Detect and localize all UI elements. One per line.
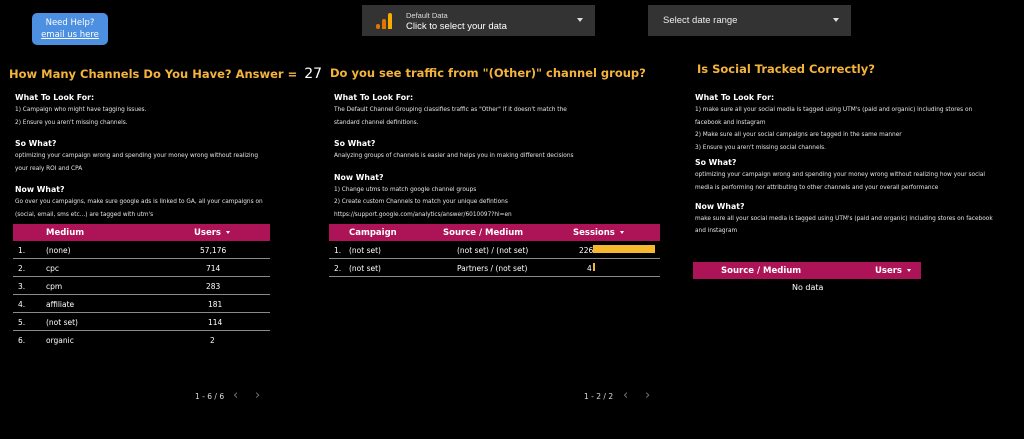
now-what-line: 2) Create custom Channels to match your … bbox=[334, 199, 508, 206]
now-what-heading: Now What? bbox=[695, 201, 745, 211]
sort-desc-icon bbox=[225, 231, 230, 234]
google-analytics-icon bbox=[376, 13, 392, 29]
column-header-users[interactable]: Users bbox=[875, 266, 911, 276]
look-for-line: facebook and instagram bbox=[695, 119, 766, 126]
look-for-line: 1) Campaign who might have tagging issue… bbox=[15, 107, 147, 113]
so-what-line: media is performing nor attributing to o… bbox=[695, 184, 939, 191]
data-source-label: Default Data bbox=[406, 11, 448, 20]
medium-table-header: Medium Users bbox=[13, 224, 270, 241]
so-what-heading: So What? bbox=[695, 158, 737, 168]
now-what-line: 1) Change utms to match google channel g… bbox=[334, 186, 477, 193]
email-us-link[interactable]: email us here bbox=[32, 29, 108, 41]
look-for-line: 2) Ensure you aren't missing channels. bbox=[15, 119, 128, 126]
panel3-title: Is Social Tracked Correctly? bbox=[697, 62, 875, 76]
now-what-heading: Now What? bbox=[334, 172, 384, 182]
panel2-title: Do you see traffic from "(Other)" channe… bbox=[330, 66, 646, 80]
sessions-bar bbox=[593, 245, 655, 253]
table-row: 1. (not set) (not set) / (not set) 226 bbox=[329, 241, 660, 259]
table-row: 2. cpc 714 bbox=[13, 259, 270, 277]
no-data-message: No data bbox=[792, 283, 824, 292]
sessions-bar bbox=[593, 263, 595, 271]
need-help-label: Need Help? bbox=[45, 18, 95, 28]
look-for-line: standard channel definitions. bbox=[334, 119, 419, 126]
sort-desc-icon bbox=[619, 231, 624, 234]
column-header-sessions[interactable]: Sessions bbox=[573, 228, 624, 238]
campaign-table-header: Campaign Source / Medium Sessions bbox=[329, 224, 660, 241]
now-what-line: (social, email, sms etc...) are tagged w… bbox=[15, 211, 154, 218]
look-for-heading: What To Look For: bbox=[334, 93, 414, 102]
table-row: 3. cpm 283 bbox=[13, 277, 270, 295]
look-for-line: The Default Channel Grouping classifies … bbox=[334, 107, 567, 113]
look-for-heading: What To Look For: bbox=[15, 93, 95, 102]
look-for-heading: What To Look For: bbox=[695, 93, 775, 102]
now-what-line: make sure all your social media is tagge… bbox=[695, 215, 993, 222]
panel2-guidance: What To Look For: The Default Channel Gr… bbox=[334, 92, 624, 222]
chevron-down-icon bbox=[577, 18, 583, 22]
table-row: 2. (not set) Partners / (not set) 4 bbox=[329, 259, 660, 277]
chevron-right-icon[interactable]: › bbox=[645, 388, 650, 403]
data-source-value: Click to select your data bbox=[406, 21, 507, 32]
chevron-left-icon[interactable]: ‹ bbox=[233, 388, 238, 403]
so-what-line: optimizing your campaign wrong and spend… bbox=[15, 153, 258, 160]
so-what-heading: So What? bbox=[334, 139, 376, 149]
panel1-guidance: What To Look For: 1) Campaign who might … bbox=[15, 92, 275, 222]
need-help-button[interactable]: Need Help? email us here bbox=[32, 13, 108, 45]
panel1-title: How Many Channels Do You Have? Answer = 2… bbox=[9, 66, 323, 82]
look-for-line: 2) Make sure all your social campaigns a… bbox=[695, 132, 902, 139]
column-header-source-medium[interactable]: Source / Medium bbox=[443, 228, 523, 238]
so-what-line: your realy ROI and CPA bbox=[15, 165, 83, 172]
now-what-heading: Now What? bbox=[15, 185, 65, 195]
column-header-users[interactable]: Users bbox=[194, 228, 230, 238]
table-row: 6. organic 2 bbox=[18, 336, 215, 345]
table-row: 5. (not set) 114 bbox=[13, 313, 270, 331]
so-what-heading: So What? bbox=[15, 139, 57, 149]
now-what-line: and instagram bbox=[695, 228, 738, 235]
column-header-medium[interactable]: Medium bbox=[46, 228, 84, 238]
pagination-label: 1 - 6 / 6 bbox=[195, 392, 225, 401]
now-what-line: Go over you campaigns, make sure google … bbox=[15, 199, 263, 206]
data-source-selector[interactable]: Default Data Click to select your data bbox=[362, 5, 595, 36]
so-what-line: Analyzing groups of channels is easier a… bbox=[334, 153, 574, 160]
panel3-guidance: What To Look For: 1) make sure all your … bbox=[695, 92, 1015, 238]
chevron-left-icon[interactable]: ‹ bbox=[623, 388, 628, 403]
table-row: 4. affiliate 181 bbox=[13, 295, 270, 313]
chevron-down-icon bbox=[833, 18, 839, 22]
sort-desc-icon bbox=[906, 269, 911, 272]
column-header-source-medium[interactable]: Source / Medium bbox=[721, 266, 801, 276]
support-link[interactable]: https://support.google.com/analytics/ans… bbox=[334, 209, 624, 222]
table-row: 1. (none) 57,176 bbox=[13, 241, 270, 259]
look-for-line: 1) make sure all your social media is ta… bbox=[695, 107, 973, 113]
pagination-label: 1 - 2 / 2 bbox=[584, 392, 614, 401]
look-for-line: 3) Ensure you aren't missing social chan… bbox=[695, 144, 827, 151]
social-table-header: Source / Medium Users bbox=[693, 262, 921, 279]
chevron-right-icon[interactable]: › bbox=[255, 388, 260, 403]
date-range-selector[interactable]: Select date range bbox=[648, 5, 851, 36]
channel-count: 27 bbox=[304, 66, 323, 82]
so-what-line: optimizing your campaign wrong and spend… bbox=[695, 172, 986, 179]
date-range-value: Select date range bbox=[663, 15, 738, 26]
column-header-campaign[interactable]: Campaign bbox=[349, 228, 397, 238]
